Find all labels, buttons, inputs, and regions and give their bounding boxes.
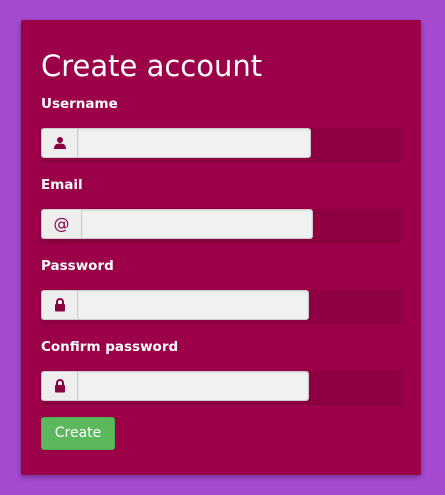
create-button[interactable]: Create xyxy=(41,417,115,450)
lock-icon xyxy=(41,290,77,320)
confirm-password-label: Confirm password xyxy=(41,339,179,355)
username-input[interactable] xyxy=(77,128,311,158)
lock-icon xyxy=(41,371,77,401)
password-input[interactable] xyxy=(77,290,309,320)
password-label: Password xyxy=(41,258,114,274)
password-input-group xyxy=(41,290,401,322)
email-input[interactable] xyxy=(81,209,313,239)
page-title: Create account xyxy=(41,49,263,83)
username-input-group xyxy=(41,128,401,160)
at-icon-glyph: @ xyxy=(53,214,70,233)
username-label: Username xyxy=(41,96,118,112)
confirm-password-input-group xyxy=(41,371,401,403)
email-label: Email xyxy=(41,177,83,193)
confirm-password-input[interactable] xyxy=(77,371,309,401)
user-icon xyxy=(41,128,77,158)
create-account-card: Create account Username Email @ Password xyxy=(21,20,421,475)
at-icon: @ xyxy=(41,209,81,239)
email-input-group: @ xyxy=(41,209,401,241)
